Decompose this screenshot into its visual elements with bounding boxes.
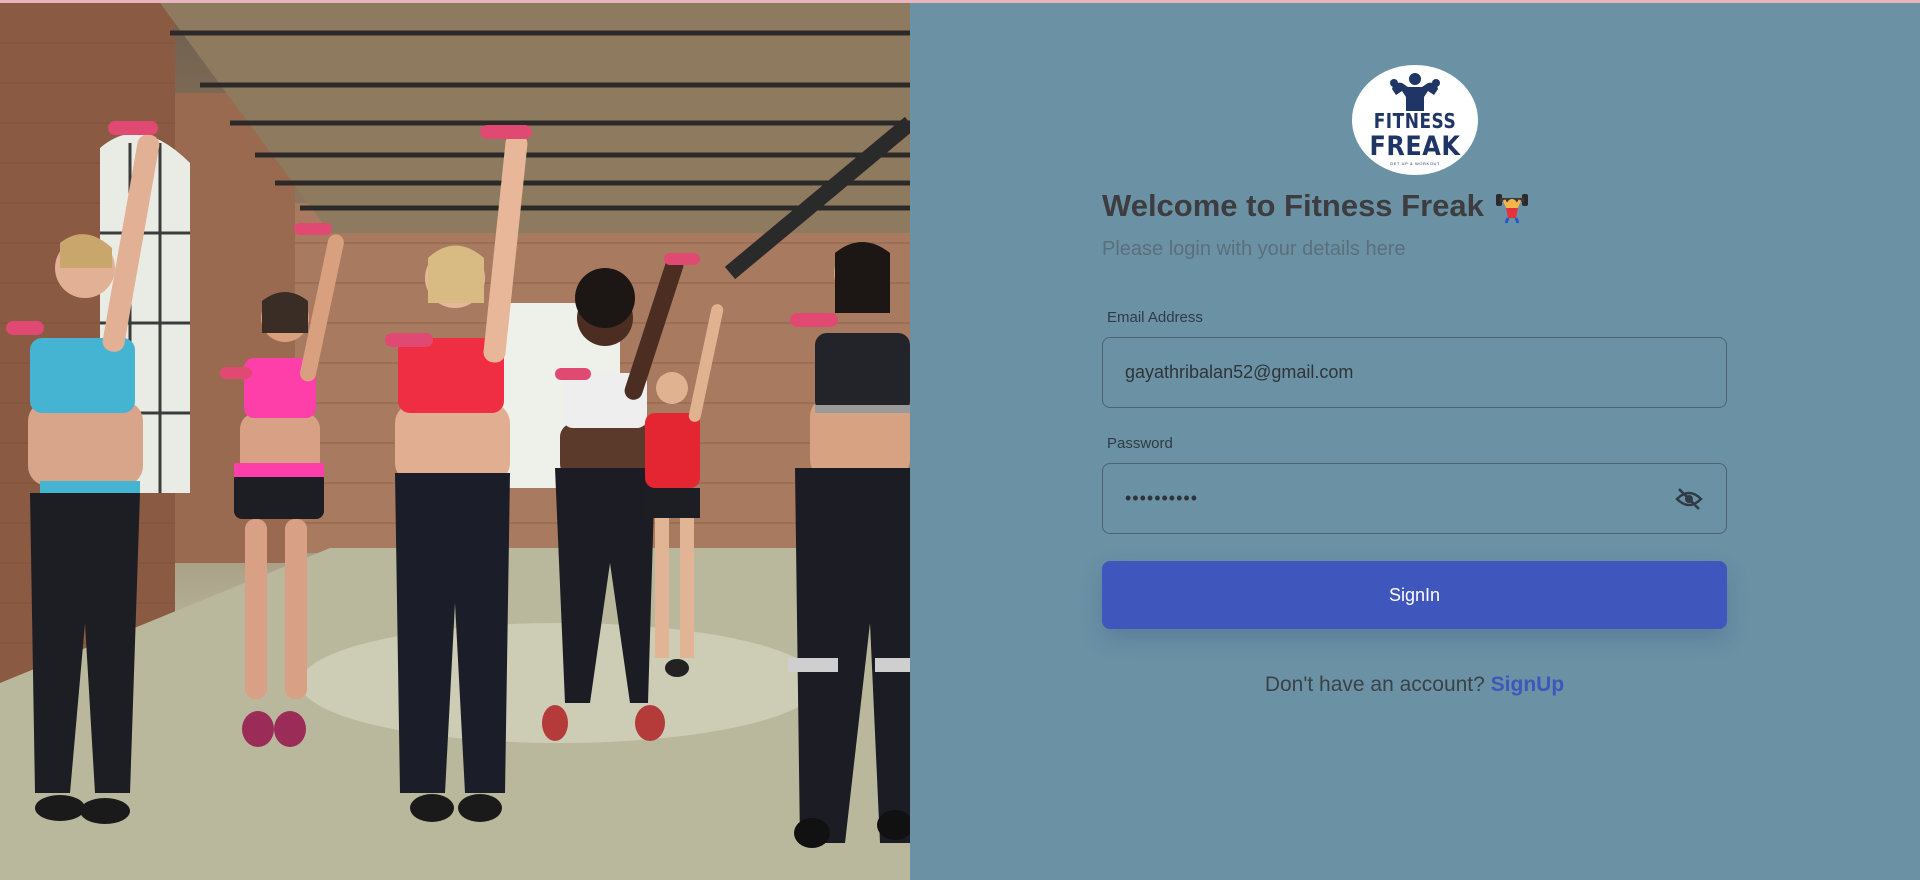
email-label: Email Address — [1107, 309, 1203, 326]
signup-prompt-text: Don't have an account? — [1264, 673, 1485, 696]
password-label: Password — [1107, 435, 1173, 452]
email-value: gayathribalan52@gmail.com — [1125, 362, 1354, 382]
email-field[interactable]: gayathribalan52@gmail.com — [1102, 337, 1727, 408]
hero-image — [0, 3, 910, 880]
signin-button[interactable]: SignIn — [1102, 561, 1727, 629]
password-field[interactable]: •••••••••• — [1102, 463, 1727, 534]
signup-link[interactable]: SignUp — [1491, 673, 1565, 696]
page-title: Welcome to Fitness Freak — [1102, 188, 1702, 224]
eye-off-icon — [1675, 487, 1703, 510]
logo-word-freak: FREAK — [1369, 130, 1461, 162]
weightlifter-icon — [1495, 194, 1528, 224]
password-value: •••••••••• — [1125, 488, 1199, 508]
password-visibility-toggle[interactable] — [1674, 484, 1704, 514]
bodybuilder-icon — [1390, 73, 1440, 111]
signup-prompt: Don't have an account? SignUp — [1102, 673, 1727, 697]
login-subtitle: Please login with your details here — [1102, 238, 1406, 260]
logo-tagline: GET UP & WORKOUT — [1389, 161, 1441, 166]
welcome-title-text: Welcome to Fitness Freak — [1102, 188, 1484, 223]
hero-illustration — [0, 3, 910, 880]
login-panel: FITNESS FREAK GET UP & WORKOUT Welcome t… — [910, 3, 1920, 880]
fitness-freak-logo: FITNESS FREAK GET UP & WORKOUT — [1352, 65, 1478, 175]
